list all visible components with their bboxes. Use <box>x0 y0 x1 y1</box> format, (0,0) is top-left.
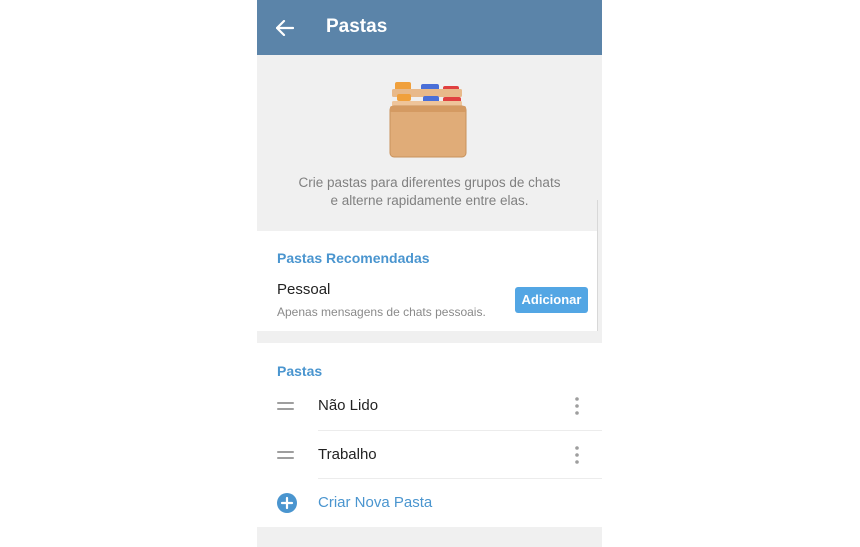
more-vertical-icon[interactable] <box>569 444 585 466</box>
folder-name: Trabalho <box>318 446 377 463</box>
folder-row[interactable]: Não Lido <box>257 382 602 430</box>
more-vertical-icon[interactable] <box>569 395 585 417</box>
back-button[interactable] <box>271 14 299 42</box>
folder-name: Não Lido <box>318 397 379 414</box>
folders-screen: Pastas Crie pastas para diferentes grupo… <box>257 0 602 547</box>
recommended-item-subtitle: Apenas mensagens de chats pessoais. <box>277 305 486 319</box>
drag-handle-icon[interactable] <box>277 451 294 459</box>
plus-circle-icon <box>277 493 297 513</box>
hero-description: Crie pastas para diferentes grupos de ch… <box>257 174 602 210</box>
add-button[interactable]: Adicionar <box>515 287 588 313</box>
folder-row[interactable]: Trabalho <box>257 431 602 479</box>
recommended-item-title: Pessoal <box>277 281 331 298</box>
page-title: Pastas <box>326 16 388 37</box>
create-folder-button[interactable]: Criar Nova Pasta <box>257 479 602 527</box>
recommended-folders-section: Pastas Recomendadas Pessoal Apenas mensa… <box>257 231 597 331</box>
folders-section: Pastas Não Lido Trabalho Criar Nova Past… <box>257 343 602 527</box>
folders-header: Pastas <box>277 363 323 379</box>
app-bar: Pastas <box>257 0 602 55</box>
hero-line-2: e alterne rapidamente entre elas. <box>330 193 529 208</box>
hero-section: Crie pastas para diferentes grupos de ch… <box>257 55 602 227</box>
recommended-edge-line <box>597 200 598 331</box>
folder-box-icon <box>389 82 467 158</box>
hero-line-1: Crie pastas para diferentes grupos de ch… <box>298 175 561 190</box>
recommended-header: Pastas Recomendadas <box>277 250 430 266</box>
drag-handle-icon[interactable] <box>277 402 294 410</box>
create-folder-label: Criar Nova Pasta <box>318 494 433 511</box>
arrow-left-icon <box>276 20 294 36</box>
